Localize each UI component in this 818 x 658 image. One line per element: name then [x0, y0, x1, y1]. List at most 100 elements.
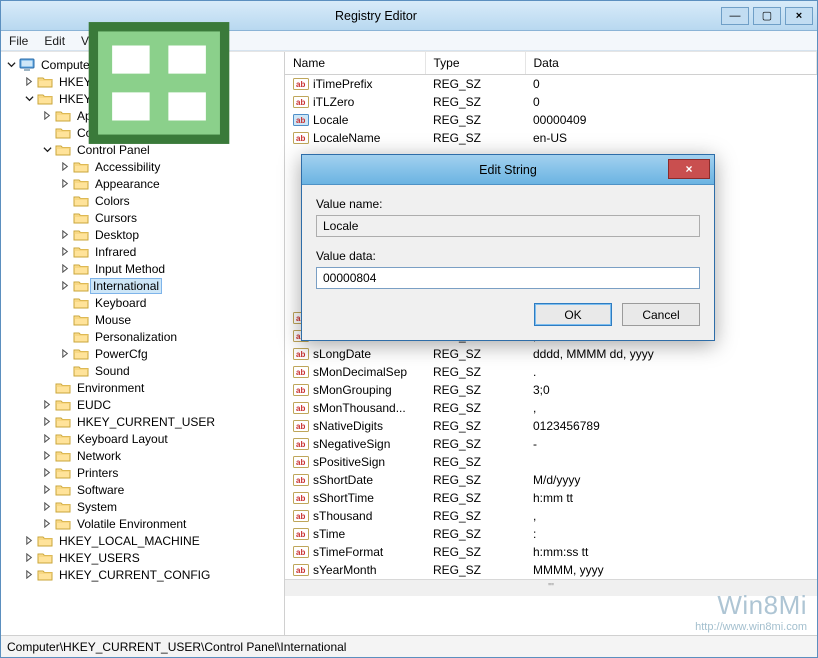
tree-item[interactable]: EUDC	[41, 396, 284, 413]
value-name: sTimeFormat	[313, 545, 383, 559]
expander-closed-icon[interactable]	[59, 161, 71, 173]
string-value-icon	[293, 401, 309, 415]
value-name-field: Locale	[316, 215, 700, 237]
folder-icon	[55, 517, 71, 531]
window-minimize-button[interactable]: —	[721, 7, 749, 25]
table-row[interactable]: sNegativeSignREG_SZ-	[285, 435, 817, 453]
window-close-button[interactable]: ×	[785, 7, 813, 25]
string-value-icon	[293, 95, 309, 109]
tree-item[interactable]: Keyboard Layout	[41, 430, 284, 447]
tree-item[interactable]: Printers	[41, 464, 284, 481]
string-value-icon	[293, 347, 309, 361]
tree-item[interactable]: Desktop	[59, 226, 284, 243]
expander-closed-icon[interactable]	[59, 280, 71, 292]
cancel-button[interactable]: Cancel	[622, 303, 700, 326]
string-value-icon	[293, 491, 309, 505]
window-maximize-button[interactable]: ▢	[753, 7, 781, 25]
expander-closed-icon[interactable]	[59, 263, 71, 275]
column-header-data[interactable]: Data	[525, 52, 817, 74]
tree-item[interactable]: Appearance	[59, 175, 284, 192]
tree-item-label: HKEY_USERS	[57, 551, 142, 565]
expander-closed-icon[interactable]	[41, 399, 53, 411]
tree-item[interactable]: System	[41, 498, 284, 515]
tree-item[interactable]: Personalization	[59, 328, 284, 345]
column-header-type[interactable]: Type	[425, 52, 525, 74]
tree-item[interactable]: International	[59, 277, 284, 294]
folder-icon	[55, 500, 71, 514]
string-value-icon	[293, 527, 309, 541]
expander-closed-icon[interactable]	[59, 178, 71, 190]
tree-item[interactable]: Software	[41, 481, 284, 498]
expander-closed-icon[interactable]	[41, 467, 53, 479]
folder-icon	[73, 347, 89, 361]
tree-item[interactable]: Infrared	[59, 243, 284, 260]
value-type: REG_SZ	[425, 561, 525, 579]
tree-item[interactable]: HKEY_CURRENT_CONFIG	[23, 566, 284, 583]
expander-closed-icon[interactable]	[59, 348, 71, 360]
tree-item[interactable]: HKEY_LOCAL_MACHINE	[23, 532, 284, 549]
table-row[interactable]: sThousandREG_SZ,	[285, 507, 817, 525]
tree-item[interactable]: HKEY_USERS	[23, 549, 284, 566]
folder-icon	[55, 483, 71, 497]
tree-item[interactable]: Keyboard	[59, 294, 284, 311]
tree-item[interactable]: Volatile Environment	[41, 515, 284, 532]
edit-string-dialog: Edit String × Value name: Locale Value d…	[301, 154, 715, 341]
tree-item[interactable]: Colors	[59, 192, 284, 209]
dialog-close-button[interactable]: ×	[668, 159, 710, 179]
expander-closed-icon[interactable]	[41, 450, 53, 462]
table-row[interactable]: sShortDateREG_SZM/d/yyyy	[285, 471, 817, 489]
tree-item[interactable]: Accessibility	[59, 158, 284, 175]
table-row[interactable]: sLongDateREG_SZdddd, MMMM dd, yyyy	[285, 345, 817, 363]
tree-item-label: Environment	[75, 381, 146, 395]
folder-icon	[73, 313, 89, 327]
tree-item[interactable]: PowerCfg	[59, 345, 284, 362]
folder-icon	[73, 211, 89, 225]
tree-item[interactable]: Network	[41, 447, 284, 464]
table-row[interactable]: sTimeREG_SZ:	[285, 525, 817, 543]
table-row[interactable]: sTimeFormatREG_SZh:mm:ss tt	[285, 543, 817, 561]
tree-item[interactable]: Mouse	[59, 311, 284, 328]
list-pane[interactable]: Name Type Data iTimePrefixREG_SZ0iTLZero…	[285, 52, 817, 635]
tree-item[interactable]: Input Method	[59, 260, 284, 277]
tree-item[interactable]: Cursors	[59, 209, 284, 226]
table-row[interactable]: sMonGroupingREG_SZ3;0	[285, 381, 817, 399]
string-value-icon	[293, 77, 309, 91]
tree-item[interactable]: Environment	[41, 379, 284, 396]
table-row[interactable]: sMonDecimalSepREG_SZ.	[285, 363, 817, 381]
dialog-titlebar[interactable]: Edit String ×	[302, 155, 714, 185]
string-value-icon	[293, 563, 309, 577]
string-value-icon	[293, 455, 309, 469]
expander-closed-icon[interactable]	[41, 518, 53, 530]
value-data: :	[525, 525, 817, 543]
column-header-name[interactable]: Name	[285, 52, 425, 74]
tree-item[interactable]: HKEY_CURRENT_USER	[41, 413, 284, 430]
table-row[interactable]: sShortTimeREG_SZh:mm tt	[285, 489, 817, 507]
expander-closed-icon[interactable]	[59, 246, 71, 258]
expander-closed-icon[interactable]	[41, 433, 53, 445]
table-row[interactable]: LocaleREG_SZ00000409	[285, 111, 817, 129]
table-row[interactable]: sNativeDigitsREG_SZ0123456789	[285, 417, 817, 435]
window-title: Registry Editor	[31, 9, 721, 23]
table-row[interactable]: sYearMonthREG_SZMMMM, yyyy	[285, 561, 817, 579]
value-data-input[interactable]	[316, 267, 700, 289]
table-row[interactable]: sPositiveSignREG_SZ	[285, 453, 817, 471]
expander-closed-icon[interactable]	[59, 229, 71, 241]
value-name: iTLZero	[313, 95, 354, 109]
tree-item[interactable]: Sound	[59, 362, 284, 379]
table-row[interactable]: sMonThousand...REG_SZ,	[285, 399, 817, 417]
value-data: ,	[525, 399, 817, 417]
folder-icon	[73, 279, 89, 293]
horizontal-scrollbar[interactable]: '''	[285, 579, 817, 596]
value-data: h:mm:ss tt	[525, 543, 817, 561]
expander-closed-icon[interactable]	[23, 552, 35, 564]
table-row[interactable]: LocaleNameREG_SZen-US	[285, 129, 817, 147]
table-row[interactable]: iTLZeroREG_SZ0	[285, 93, 817, 111]
expander-closed-icon[interactable]	[41, 501, 53, 513]
table-row[interactable]: iTimePrefixREG_SZ0	[285, 74, 817, 93]
expander-closed-icon[interactable]	[41, 416, 53, 428]
expander-closed-icon[interactable]	[41, 484, 53, 496]
expander-closed-icon[interactable]	[23, 569, 35, 581]
value-data: ,	[525, 507, 817, 525]
expander-closed-icon[interactable]	[23, 535, 35, 547]
ok-button[interactable]: OK	[534, 303, 612, 326]
